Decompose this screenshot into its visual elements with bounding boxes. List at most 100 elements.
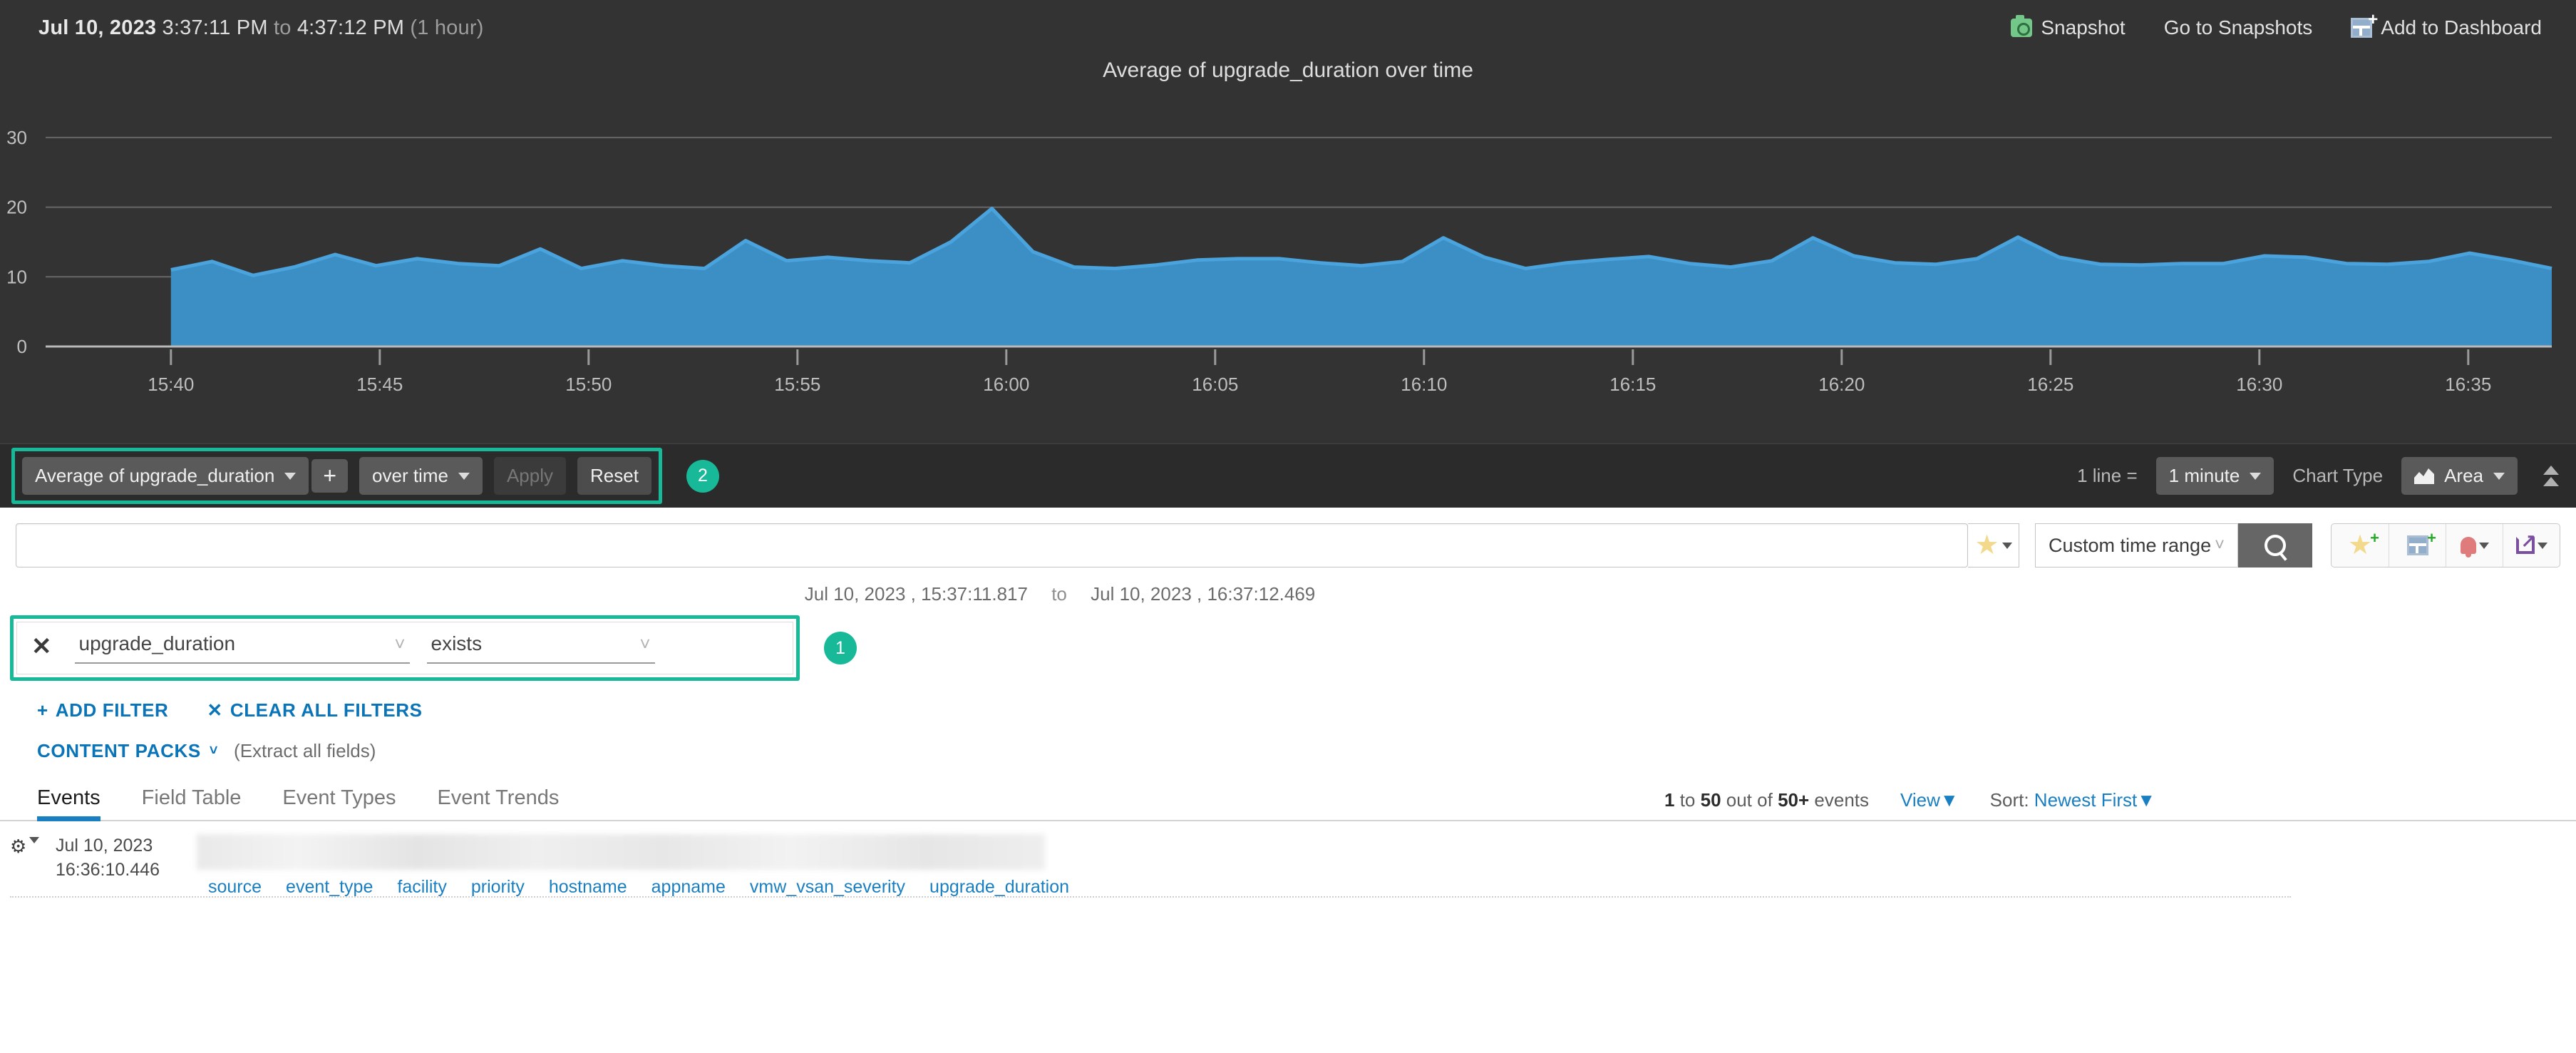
chart-y-tick-label: 20 — [6, 197, 27, 218]
event-message-text — [197, 834, 1045, 870]
add-to-dashboard-label: Add to Dashboard — [2381, 16, 2542, 38]
groupby-dropdown[interactable]: over time — [359, 457, 483, 495]
camera-icon — [2011, 15, 2033, 37]
aggregation-controls-highlight: Average of upgrade_duration + over time … — [11, 448, 662, 504]
results-meta: 1 to 50 out of 50+ events View▼ Sort: Ne… — [1664, 789, 2576, 820]
event-field-link[interactable]: upgrade_duration — [929, 877, 1069, 898]
tab-event-types[interactable]: Event Types — [282, 786, 396, 820]
content-packs-dropdown[interactable]: CONTENT PACKS ˅ — [37, 740, 218, 762]
event-field-link[interactable]: event_type — [286, 877, 373, 898]
chart-x-tick-label: 15:55 — [774, 374, 820, 395]
sort-dropdown[interactable]: Newest First▼ — [2034, 789, 2155, 811]
add-aggregation-label: + — [323, 462, 337, 488]
event-field-link[interactable]: priority — [471, 877, 525, 898]
event-field-link[interactable]: hostname — [549, 877, 627, 898]
search-icon — [2265, 535, 2286, 556]
filter-operator-value: exists — [431, 632, 483, 654]
chevron-down-icon: ˅ — [2214, 535, 2225, 555]
clear-all-filters-label: CLEAR ALL FILTERS — [230, 699, 423, 721]
chevron-down-icon — [2537, 542, 2547, 549]
event-actions-menu[interactable]: ⚙ — [10, 834, 56, 898]
sort-value: Newest First — [2034, 789, 2138, 811]
chart-right-controls: 1 line = 1 minute Chart Type Area — [2077, 457, 2565, 495]
chart-type-value: Area — [2444, 465, 2483, 486]
event-field-link[interactable]: facility — [397, 877, 446, 898]
results-count-total: 50+ — [1778, 789, 1810, 811]
go-to-snapshots-label: Go to Snapshots — [2163, 16, 2313, 38]
event-date: Jul 10, 2023 — [56, 836, 153, 856]
interval-dropdown[interactable]: 1 minute — [2155, 457, 2274, 495]
snapshot-button[interactable]: Snapshot — [2011, 15, 2126, 39]
apply-button[interactable]: Apply — [493, 457, 566, 495]
filter-highlight: ✕ upgrade_duration ˅ exists ˅ — [10, 615, 800, 681]
dashboard-add-icon: + — [2351, 11, 2378, 38]
aggregation-function-label: Average of upgrade_duration — [35, 465, 275, 486]
chart-y-tick-label: 10 — [6, 266, 27, 287]
range-end: Jul 10, 2023 , 16:37:12.469 — [1091, 583, 1316, 605]
event-time: 16:36:10.446 — [56, 859, 160, 880]
filter-field-dropdown[interactable]: upgrade_duration ˅ — [74, 630, 410, 664]
search-and-results-section: ★ Custom time range ˅ ★ + + ↗ Jul 10, 20… — [0, 508, 2576, 898]
filter-operator-dropdown[interactable]: exists ˅ — [426, 630, 655, 664]
chart-x-tick-label: 16:10 — [1401, 374, 1447, 395]
interval-label: 1 minute — [2168, 465, 2240, 486]
time-range-summary: Jul 10, 2023 3:37:11 PM to 4:37:12 PM (1… — [38, 16, 484, 40]
search-submit-button[interactable] — [2238, 523, 2312, 567]
add-aggregation-button[interactable]: + — [311, 458, 349, 493]
results-count-outof-label: out of — [1726, 789, 1773, 811]
plus-icon: + — [2427, 529, 2436, 547]
results-count: 1 to 50 out of 50+ events — [1664, 789, 1869, 811]
search-input[interactable] — [16, 523, 1968, 567]
chart-y-tick-label: 30 — [6, 127, 27, 148]
chevron-down-icon: ˅ — [394, 632, 406, 654]
view-dropdown[interactable]: View▼ — [1900, 789, 1959, 811]
time-range-select[interactable]: Custom time range ˅ — [2035, 523, 2238, 567]
chart-topbar: Jul 10, 2023 3:37:11 PM to 4:37:12 PM (1… — [0, 0, 2576, 56]
chevron-down-icon — [2478, 542, 2489, 549]
event-field-link[interactable]: appname — [651, 877, 726, 898]
add-to-dashboard-button-secondary[interactable]: + — [2389, 524, 2446, 567]
reset-button[interactable]: Reset — [577, 457, 651, 495]
results-count-shown: 50 — [1700, 789, 1721, 811]
search-row: ★ Custom time range ˅ ★ + + — [0, 508, 2576, 567]
chevron-down-icon — [284, 472, 297, 480]
chart-type-label: Chart Type — [2292, 465, 2384, 486]
event-row-separator — [10, 896, 2291, 898]
tab-events[interactable]: Events — [37, 786, 101, 821]
star-icon: ★ — [2347, 530, 2373, 560]
remove-filter-button[interactable]: ✕ — [30, 635, 58, 659]
filter-area: ✕ upgrade_duration ˅ exists ˅ 1 — [0, 605, 2576, 681]
chart-x-tick-label: 15:50 — [565, 374, 612, 395]
event-timestamp: Jul 10, 2023 16:36:10.446 — [56, 834, 191, 898]
chevron-down-icon — [2001, 542, 2012, 549]
clear-all-filters-button[interactable]: ✕ CLEAR ALL FILTERS — [207, 699, 422, 721]
tab-event-trends[interactable]: Event Trends — [437, 786, 559, 820]
chevron-down-icon — [2493, 472, 2505, 480]
event-field-link[interactable]: source — [208, 877, 262, 898]
go-to-snapshots-button[interactable]: Go to Snapshots — [2164, 16, 2313, 39]
add-filter-button[interactable]: + ADD FILTER — [37, 699, 168, 721]
event-field-link[interactable]: vmw_vsan_severity — [750, 877, 905, 898]
tab-field-table[interactable]: Field Table — [142, 786, 242, 820]
chart-plot-area[interactable]: 0 10 20 30 15:40 15:45 15:50 15:55 16:00 16:05 16:… — [0, 90, 2576, 425]
share-button[interactable] — [2503, 524, 2560, 567]
filter-links-row: + ADD FILTER ✕ CLEAR ALL FILTERS — [0, 681, 2576, 721]
time-range-detail: Jul 10, 2023 , 15:37:11.817 to Jul 10, 2… — [0, 567, 2120, 605]
aggregation-function-dropdown[interactable]: Average of upgrade_duration — [22, 457, 309, 495]
results-tabs: Events Field Table Event Types Event Tre… — [0, 762, 2576, 821]
star-icon: ★ — [1974, 530, 1999, 560]
chart-x-tick-label: 16:25 — [2027, 374, 2073, 395]
chart-x-tick-label: 16:30 — [2236, 374, 2282, 395]
chart-type-dropdown[interactable]: Area — [2401, 457, 2518, 495]
create-alert-button[interactable] — [2446, 524, 2503, 567]
chevron-down-icon — [2250, 472, 2262, 480]
collapse-chart-button[interactable] — [2543, 466, 2559, 486]
chevron-down-icon — [458, 472, 470, 480]
add-to-dashboard-button[interactable]: + Add to Dashboard — [2351, 11, 2542, 39]
saved-query-star-button[interactable]: ★ — [1968, 523, 2019, 567]
add-favorite-button[interactable]: ★ + — [2332, 524, 2389, 567]
plus-icon: + — [37, 699, 48, 721]
chart-x-tick-label: 16:15 — [1609, 374, 1656, 395]
chart-x-tick-label: 15:40 — [148, 374, 194, 395]
results-count-to-label: to — [1679, 789, 1696, 811]
